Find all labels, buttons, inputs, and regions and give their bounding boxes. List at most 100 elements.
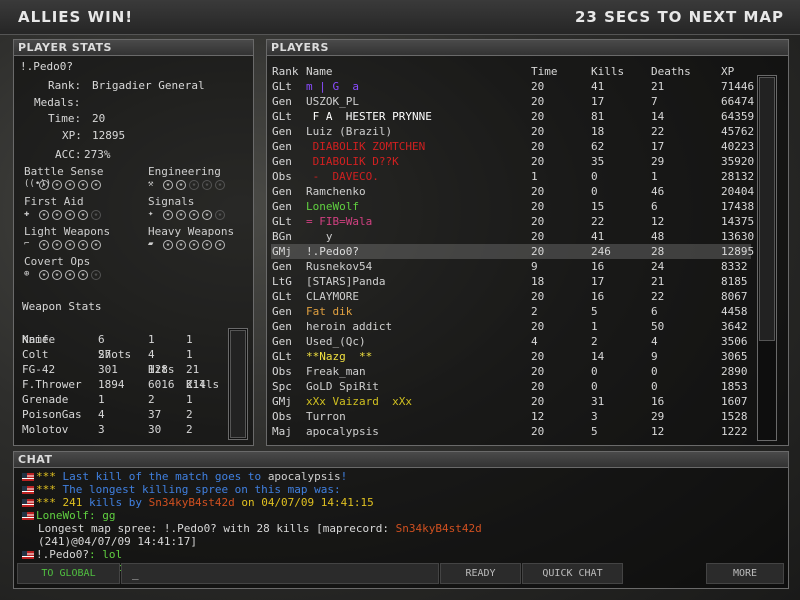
chat-text: The longest killing spree on this map wa…	[62, 483, 341, 496]
weapon-cell: 37	[148, 408, 162, 421]
players-scrollbar[interactable]	[757, 75, 777, 441]
col-kills: Kills	[591, 65, 625, 78]
star-icon	[78, 239, 88, 250]
chat-text: Longest map spree: !.Pedo0? with 28 kill…	[38, 522, 396, 535]
player-rank: Maj	[272, 425, 292, 438]
star-icon	[189, 179, 199, 190]
player-row[interactable]: Gen DIABOLIK D??K 20 35 29 35920	[271, 154, 754, 169]
star-icon	[202, 239, 212, 250]
player-row[interactable]: Obs - DAVECO. 1 0 1 28132	[271, 169, 754, 184]
player-row[interactable]: Obs Freak_man 20 0 0 2890	[271, 364, 751, 379]
player-row[interactable]: Gen Luiz (Brazil) 20 18 22 45762	[271, 124, 754, 139]
weapon-cell: Grenade	[22, 393, 69, 406]
weapon-cell: 2	[148, 393, 155, 406]
chat-input-cursor: _	[132, 567, 139, 580]
player-row[interactable]: LtG [STARS]Panda 18 17 21 8185	[271, 274, 751, 289]
player-name: Rusnekov54	[306, 260, 373, 273]
player-time: 1	[531, 170, 538, 183]
player-deaths: 12	[651, 425, 665, 438]
xp-value: 12895	[92, 129, 126, 142]
player-row[interactable]: Gen Rusnekov54 9 16 24 8332	[271, 259, 751, 274]
heavy-gun-icon: ▰	[148, 239, 154, 249]
player-kills: 35	[591, 155, 605, 168]
player-row[interactable]: GLt CLAYMORE 20 16 22 8067	[271, 289, 751, 304]
player-kills: 18	[591, 125, 605, 138]
star-icon	[39, 209, 49, 220]
players-scroll-thumb[interactable]	[759, 77, 775, 341]
weapon-cell: 1	[186, 348, 193, 361]
player-xp: 13630	[721, 230, 755, 243]
weapon-cell: 21	[186, 363, 200, 376]
player-row[interactable]: Gen DIABOLIK ZOMTCHEN 20 62 17 40223	[271, 139, 754, 154]
player-name: Ramchenko	[306, 185, 366, 198]
weapon-cell: F.Thrower	[22, 378, 82, 391]
skill-stars-0: ((•))	[24, 179, 101, 190]
acc-value: 273%	[84, 148, 111, 161]
player-name: CLAYMORE	[306, 290, 359, 303]
player-rank: GLt	[272, 350, 292, 363]
player-time: 9	[531, 260, 538, 273]
player-row[interactable]: GMj xXx Vaizard xXx 20 31 16 1607	[271, 394, 751, 409]
star-icon	[52, 179, 62, 190]
star-icon	[52, 269, 62, 280]
weapon-cell: PoisonGas	[22, 408, 82, 421]
player-xp: 2890	[721, 365, 748, 378]
player-row[interactable]: Spc GoLD SpiRit 20 0 0 1853	[271, 379, 751, 394]
player-deaths: 7	[651, 95, 658, 108]
player-row[interactable]: Gen Used_(Qc) 4 2 4 3506	[271, 334, 751, 349]
medals-label: Medals:	[34, 96, 81, 109]
weapon-scrollbar[interactable]	[228, 328, 248, 440]
ready-button[interactable]: READY	[440, 563, 521, 584]
star-icon	[163, 209, 173, 220]
player-row[interactable]: Obs Turron 12 3 29 1528	[271, 409, 751, 424]
more-button[interactable]: MORE	[706, 563, 784, 584]
player-kills: 31	[591, 395, 605, 408]
player-row[interactable]: GLt m | G a 20 41 21 71446	[271, 79, 754, 94]
chat-text: !.Pedo0?	[36, 548, 89, 561]
weapon-cell: 4	[148, 348, 155, 361]
player-row[interactable]: Gen Ramchenko 20 0 46 20404	[271, 184, 754, 199]
medic-cross-icon: ✚	[24, 209, 30, 219]
skill-label-4: Light Weapons	[24, 225, 111, 238]
weapon-scroll-thumb[interactable]	[230, 330, 246, 438]
chat-text: kills by	[82, 496, 149, 509]
player-row[interactable]: Gen Fat dik 2 5 6 4458	[271, 304, 751, 319]
player-deaths: 0	[651, 365, 658, 378]
chat-text: on 04/07/09 14:41:15	[234, 496, 374, 509]
us-flag-icon	[22, 512, 34, 520]
player-kills: 17	[591, 275, 605, 288]
chat-text: 241	[62, 496, 83, 509]
player-time: 20	[531, 320, 545, 333]
us-flag-icon	[22, 551, 34, 559]
player-row[interactable]: Gen LoneWolf 20 15 6 17438	[271, 199, 754, 214]
player-row[interactable]: Gen USZOK_PL 20 17 7 66474	[271, 94, 754, 109]
skill-label-0: Battle Sense	[24, 165, 104, 178]
weapon-cell: 301	[98, 363, 118, 376]
player-deaths: 28	[651, 245, 665, 258]
chat-text: ***	[36, 496, 63, 509]
weapon-cell: 30	[148, 423, 162, 436]
player-row[interactable]: GMj !.Pedo0? 20 246 28 12895	[271, 244, 754, 259]
player-kills: 246	[591, 245, 611, 258]
star-icon	[91, 239, 101, 250]
player-row[interactable]: GLt = FIB=Wala 20 22 12 14375	[271, 214, 754, 229]
player-deaths: 21	[651, 275, 665, 288]
player-time: 2	[531, 305, 538, 318]
weapon-header-row: Name Shots Hits Kills	[22, 317, 219, 391]
player-name: = FIB=Wala	[306, 215, 373, 228]
weapon-cell: 6016	[148, 378, 175, 391]
player-row[interactable]: Gen heroin addict 20 1 50 3642	[271, 319, 751, 334]
chat-input[interactable]: _	[121, 563, 439, 584]
player-row[interactable]: GLt **Nazg ** 20 14 9 3065	[271, 349, 751, 364]
quick-chat-button[interactable]: QUICK CHAT	[522, 563, 623, 584]
next-map-timer: 23 SECS TO NEXT MAP	[574, 8, 784, 26]
skill-stars-3: ✦	[148, 209, 225, 220]
player-row[interactable]: BGn y 20 41 48 13630	[271, 229, 755, 244]
player-row[interactable]: Maj apocalypsis 20 5 12 1222	[271, 424, 751, 439]
to-global-button[interactable]: TO GLOBAL	[17, 563, 120, 584]
chat-text: apocalypsis	[267, 470, 341, 483]
star-icon	[65, 269, 75, 280]
player-rank: Gen	[272, 125, 292, 138]
player-time: 20	[531, 185, 545, 198]
player-row[interactable]: GLt F A HESTER PRYNNE 20 81 14 64359	[271, 109, 754, 124]
